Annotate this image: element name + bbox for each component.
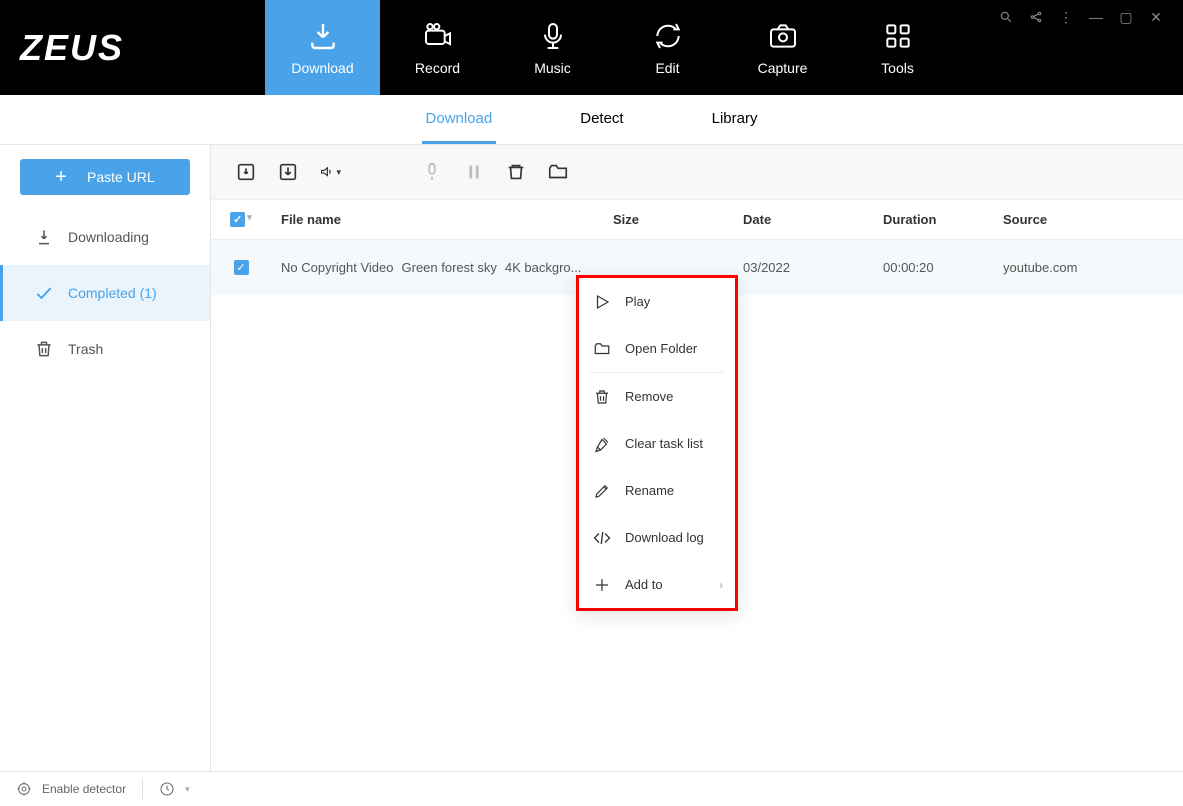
cm-open-folder[interactable]: Open Folder: [579, 325, 735, 372]
col-duration[interactable]: Duration: [873, 212, 1003, 227]
subtab-download[interactable]: Download: [422, 96, 497, 144]
nav-edit[interactable]: Edit: [610, 0, 725, 95]
sidebar-item-label: Completed (1): [68, 285, 157, 301]
tool-delete-icon[interactable]: [505, 161, 527, 183]
separator: [142, 779, 143, 799]
record-icon: [422, 20, 454, 52]
tool-folder-icon[interactable]: [547, 161, 569, 183]
col-source[interactable]: Source: [1003, 212, 1183, 227]
nav-label: Tools: [881, 60, 914, 76]
enable-detector-label[interactable]: Enable detector: [42, 782, 126, 796]
paste-url-button[interactable]: + Paste URL: [20, 159, 190, 195]
col-date[interactable]: Date: [743, 212, 873, 227]
subtabs: Download Detect Library: [0, 95, 1183, 145]
app-name: ZEUS: [20, 27, 124, 69]
sidebar-item-downloading[interactable]: Downloading: [0, 209, 210, 265]
sidebar-item-trash[interactable]: Trash: [0, 321, 210, 377]
col-size[interactable]: Size: [613, 212, 743, 227]
context-menu: Play Open Folder Remove Clear task list …: [576, 275, 738, 611]
nav-capture[interactable]: Capture: [725, 0, 840, 95]
clock-icon[interactable]: [159, 781, 175, 797]
nav-download[interactable]: Download: [265, 0, 380, 95]
row-source: youtube.com: [1003, 260, 1183, 275]
minimize-button[interactable]: —: [1087, 8, 1105, 26]
music-icon: [537, 20, 569, 52]
sidebar: + Paste URL Downloading Completed (1) Tr…: [0, 145, 211, 771]
cm-remove[interactable]: Remove: [579, 373, 735, 420]
code-icon: [593, 529, 611, 547]
toolbar: ▾: [211, 145, 1183, 200]
nav-label: Edit: [655, 60, 679, 76]
sidebar-item-label: Trash: [68, 341, 103, 357]
paste-url-label: Paste URL: [87, 169, 155, 185]
tool-volume-icon[interactable]: ▾: [319, 161, 341, 183]
nav-label: Capture: [758, 60, 808, 76]
close-button[interactable]: ✕: [1147, 8, 1165, 26]
tool-download-all-icon[interactable]: [277, 161, 299, 183]
row-duration: 00:00:20: [873, 260, 1003, 275]
plus-icon: [593, 576, 611, 594]
capture-icon: [767, 20, 799, 52]
app-logo: ZEUS: [0, 0, 265, 95]
maximize-button[interactable]: ▢: [1117, 8, 1135, 26]
tool-mic-icon[interactable]: [421, 161, 443, 183]
remove-icon: [593, 388, 611, 406]
cm-rename[interactable]: Rename: [579, 467, 735, 514]
nav-label: Music: [534, 60, 571, 76]
sidebar-item-label: Downloading: [68, 229, 149, 245]
share-icon[interactable]: [1027, 8, 1045, 26]
downloading-icon: [34, 227, 54, 247]
chevron-down-icon[interactable]: ▾: [185, 784, 190, 795]
select-all-checkbox[interactable]: ✓: [230, 212, 245, 227]
pencil-icon: [593, 482, 611, 500]
search-icon[interactable]: [997, 8, 1015, 26]
row-filename: No Copyright Video Green forest sky 4K b…: [271, 260, 613, 275]
window-controls: ⋮ — ▢ ✕: [997, 8, 1165, 26]
col-name[interactable]: File name: [271, 212, 613, 227]
more-icon[interactable]: ⋮: [1057, 8, 1075, 26]
sidebar-item-completed[interactable]: Completed (1): [0, 265, 210, 321]
chevron-down-icon[interactable]: ▾: [247, 212, 252, 227]
cm-add-to[interactable]: Add to ›: [579, 561, 735, 608]
play-icon: [593, 293, 611, 311]
tool-pause-icon[interactable]: [463, 161, 485, 183]
row-checkbox[interactable]: ✓: [234, 260, 249, 275]
plus-icon: +: [55, 166, 67, 189]
cm-clear-task-list[interactable]: Clear task list: [579, 420, 735, 467]
titlebar: ZEUS Download Record Music Edit Capture …: [0, 0, 1183, 95]
nav-label: Download: [291, 60, 353, 76]
cm-download-log[interactable]: Download log: [579, 514, 735, 561]
target-icon[interactable]: [16, 781, 32, 797]
trash-icon: [34, 339, 54, 359]
nav-music[interactable]: Music: [495, 0, 610, 95]
subtab-library[interactable]: Library: [708, 96, 762, 144]
completed-icon: [34, 283, 54, 303]
nav-record[interactable]: Record: [380, 0, 495, 95]
row-date: 03/2022: [743, 260, 873, 275]
chevron-right-icon: ›: [719, 578, 723, 592]
folder-open-icon: [593, 340, 611, 358]
edit-icon: [652, 20, 684, 52]
statusbar: Enable detector ▾: [0, 771, 1183, 806]
subtab-detect[interactable]: Detect: [576, 96, 627, 144]
tools-icon: [882, 20, 914, 52]
cm-play[interactable]: Play: [579, 278, 735, 325]
broom-icon: [593, 435, 611, 453]
grid-header: ✓ ▾ File name Size Date Duration Source: [211, 200, 1183, 240]
nav-tools[interactable]: Tools: [840, 0, 955, 95]
download-icon: [307, 20, 339, 52]
nav-label: Record: [415, 60, 460, 76]
tool-download-one-icon[interactable]: [235, 161, 257, 183]
